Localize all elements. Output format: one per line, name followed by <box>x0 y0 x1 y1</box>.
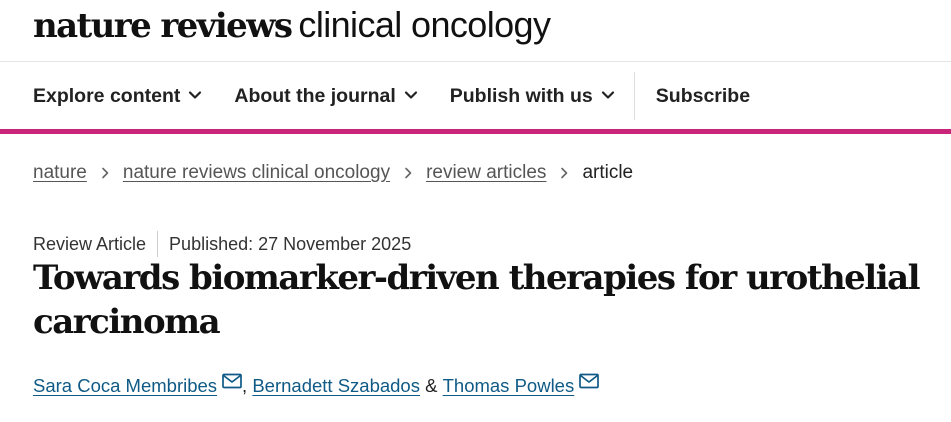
mail-icon[interactable] <box>579 373 600 389</box>
nav-publish-with-us[interactable]: Publish with us <box>450 85 615 108</box>
nav-divider <box>633 72 635 120</box>
nav-about-journal[interactable]: About the journal <box>234 85 417 108</box>
breadcrumb-item-review-articles[interactable]: review articles <box>426 162 546 184</box>
author-link[interactable]: Sara Coca Membribes <box>33 375 217 397</box>
main-nav: Explore content About the journal Publis… <box>0 62 951 130</box>
author-list: Sara Coca Membribes , Bernadett Szabados… <box>33 373 600 397</box>
chevron-down-icon <box>601 91 614 99</box>
nav-publish-with-us-label: Publish with us <box>449 84 593 107</box>
nav-explore-content[interactable]: Explore content <box>33 85 202 108</box>
journal-logo[interactable]: nature reviews clinical oncology <box>33 4 551 52</box>
chevron-right-icon <box>561 167 568 179</box>
chevron-right-icon <box>405 167 412 179</box>
published-date: Published: 27 November 2025 <box>169 233 412 254</box>
breadcrumb-item-journal[interactable]: nature reviews clinical oncology <box>123 162 390 184</box>
author-separator: , <box>242 375 253 396</box>
author-link[interactable]: Bernadett Szabados <box>252 375 420 397</box>
logo-journal-name: clinical oncology <box>298 4 551 45</box>
mail-icon[interactable] <box>222 373 242 389</box>
nav-explore-content-label: Explore content <box>33 84 181 107</box>
breadcrumb: nature nature reviews clinical oncology … <box>33 162 633 184</box>
breadcrumb-current: article <box>582 162 634 183</box>
author-separator: & <box>419 375 443 396</box>
subscribe-link[interactable]: Subscribe <box>656 85 750 108</box>
chevron-down-icon <box>189 91 202 99</box>
accent-bar <box>0 129 951 134</box>
logo-nature-reviews: nature reviews <box>33 6 293 46</box>
author-link[interactable]: Thomas Powles <box>443 375 575 397</box>
breadcrumb-item-nature[interactable]: nature <box>33 162 87 184</box>
article-title: Towards biomarker-driven therapies for u… <box>33 258 921 342</box>
subscribe-label: Subscribe <box>655 84 751 107</box>
article-type: Review Article <box>33 233 147 254</box>
article-meta: Review Article Published: 27 November 20… <box>33 231 411 257</box>
chevron-right-icon <box>102 167 109 179</box>
chevron-down-icon <box>404 91 417 99</box>
nav-about-journal-label: About the journal <box>234 84 396 107</box>
meta-divider <box>157 231 159 257</box>
